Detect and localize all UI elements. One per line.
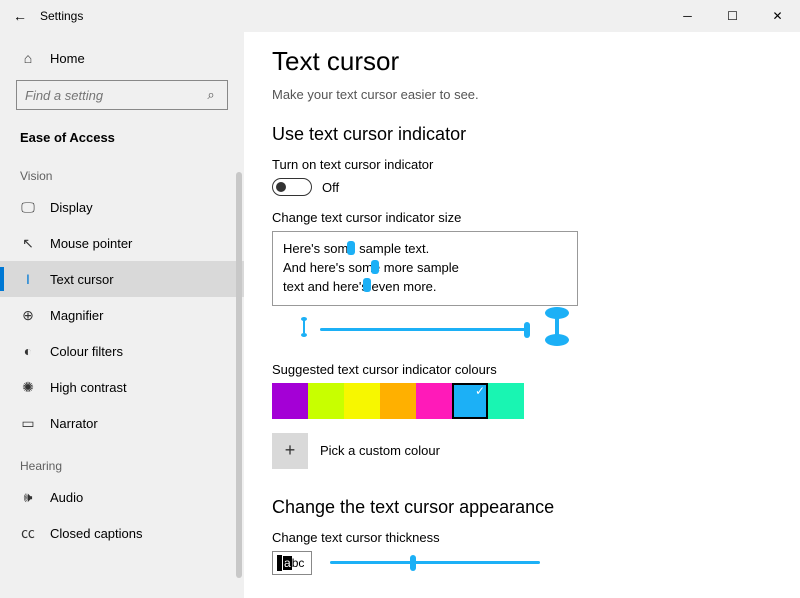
search-box[interactable]: ⌕	[16, 80, 228, 110]
home-label: Home	[50, 51, 85, 66]
small-indicator-icon	[300, 316, 306, 343]
sample-text-box: Here's some sample text. And here's some…	[272, 231, 578, 306]
closed-captions-icon: ㏄	[20, 525, 36, 541]
sidebar-item-label: Magnifier	[50, 308, 103, 323]
section-hearing: Hearing	[0, 441, 244, 479]
swatch-teal[interactable]	[488, 383, 524, 419]
sidebar-item-label: Display	[50, 200, 93, 215]
home-icon: ⌂	[20, 50, 36, 66]
mouse-pointer-icon: ↖	[20, 235, 36, 251]
toggle-state: Off	[322, 180, 339, 195]
section-indicator-heading: Use text cursor indicator	[272, 124, 772, 145]
sidebar-item-closed-captions[interactable]: ㏄ Closed captions	[0, 515, 244, 551]
app-title: Settings	[40, 9, 83, 23]
sidebar-item-colour-filters[interactable]: ◐ Colour filters	[0, 333, 244, 369]
swatch-blue[interactable]	[452, 383, 488, 419]
large-indicator-icon	[544, 316, 566, 344]
sidebar-item-high-contrast[interactable]: ✺ High contrast	[0, 369, 244, 405]
swatch-orange[interactable]	[380, 383, 416, 419]
swatch-yellow[interactable]	[344, 383, 380, 419]
sidebar-item-label: Narrator	[50, 416, 98, 431]
high-contrast-icon: ✺	[20, 379, 36, 395]
section-appearance-heading: Change the text cursor appearance	[272, 497, 772, 518]
audio-icon: 🕪	[20, 489, 36, 505]
sidebar-item-label: Audio	[50, 490, 83, 505]
cursor-indicator-sample	[347, 241, 355, 255]
toggle-label: Turn on text cursor indicator	[272, 157, 772, 172]
narrator-icon: ▭	[20, 415, 36, 431]
colours-label: Suggested text cursor indicator colours	[272, 362, 772, 377]
thickness-label: Change text cursor thickness	[272, 530, 772, 545]
indicator-size-slider[interactable]	[320, 328, 530, 331]
magnifier-icon: ⊕	[20, 307, 36, 323]
sidebar-item-display[interactable]: 🖵 Display	[0, 189, 244, 225]
ease-of-access-label: Ease of Access	[0, 120, 244, 151]
thickness-preview: abc	[272, 551, 312, 575]
page-title: Text cursor	[272, 46, 772, 77]
home-button[interactable]: ⌂ Home	[0, 40, 244, 76]
sidebar-item-label: High contrast	[50, 380, 127, 395]
sidebar-item-text-cursor[interactable]: I Text cursor	[0, 261, 244, 297]
text-cursor-icon: I	[20, 271, 36, 287]
custom-colour-label: Pick a custom colour	[320, 443, 440, 458]
section-vision: Vision	[0, 151, 244, 189]
swatch-lime[interactable]	[308, 383, 344, 419]
content: Text cursor Make your text cursor easier…	[244, 32, 800, 598]
sidebar-item-label: Text cursor	[50, 272, 114, 287]
sidebar-item-mouse-pointer[interactable]: ↖ Mouse pointer	[0, 225, 244, 261]
search-icon: ⌕	[203, 87, 219, 103]
search-input[interactable]	[25, 88, 203, 103]
sidebar-item-label: Mouse pointer	[50, 236, 132, 251]
sidebar-item-audio[interactable]: 🕪 Audio	[0, 479, 244, 515]
close-button[interactable]: ✕	[755, 0, 800, 32]
size-label: Change text cursor indicator size	[272, 210, 772, 225]
sidebar: ⌂ Home ⌕ Ease of Access Vision 🖵 Display…	[0, 32, 244, 598]
cursor-indicator-sample	[371, 260, 379, 274]
sidebar-scrollbar[interactable]	[236, 172, 242, 578]
thick-cursor-bar	[277, 555, 282, 571]
sidebar-item-magnifier[interactable]: ⊕ Magnifier	[0, 297, 244, 333]
page-subtitle: Make your text cursor easier to see.	[272, 87, 772, 102]
sidebar-item-label: Colour filters	[50, 344, 123, 359]
pick-custom-colour-button[interactable]: +	[272, 433, 308, 469]
cursor-indicator-sample	[363, 278, 371, 292]
indicator-toggle[interactable]	[272, 178, 312, 196]
maximize-button[interactable]: ☐	[710, 0, 755, 32]
thickness-slider[interactable]	[330, 561, 540, 564]
sidebar-item-narrator[interactable]: ▭ Narrator	[0, 405, 244, 441]
swatch-magenta[interactable]	[416, 383, 452, 419]
titlebar: ← Settings ─ ☐ ✕	[0, 0, 800, 32]
sidebar-item-label: Closed captions	[50, 526, 143, 541]
colour-filters-icon: ◐	[20, 343, 36, 359]
minimize-button[interactable]: ─	[665, 0, 710, 32]
display-icon: 🖵	[20, 199, 36, 215]
swatch-purple[interactable]	[272, 383, 308, 419]
back-button[interactable]: ←	[0, 8, 40, 24]
colour-swatches	[272, 383, 772, 419]
